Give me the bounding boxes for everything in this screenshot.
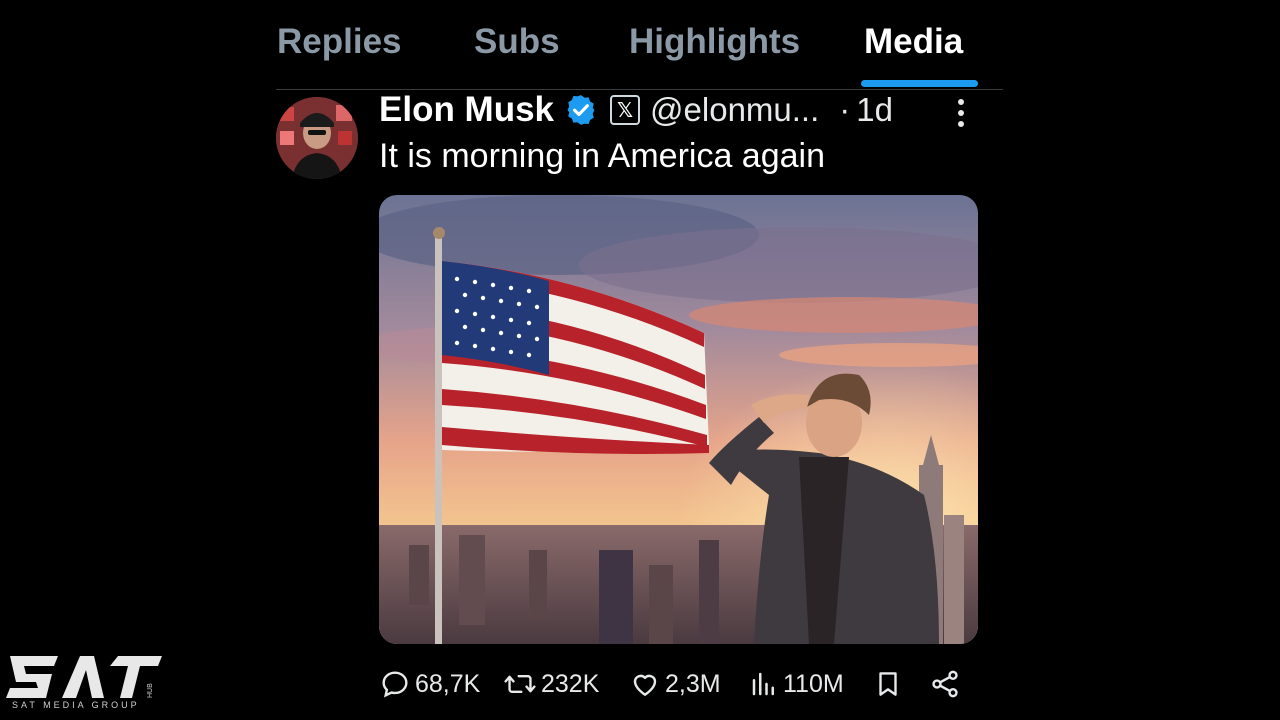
logo-tagline: SAT MEDIA GROUP: [12, 700, 140, 710]
heart-icon: [633, 674, 657, 696]
bookmark-icon: [879, 672, 897, 696]
reply-icon: [382, 671, 408, 698]
share-button[interactable]: [929, 664, 965, 704]
tweet-media-image[interactable]: [379, 195, 978, 644]
reply-button[interactable]: 68,7K: [379, 664, 480, 704]
timestamp-separator: ·: [839, 91, 851, 128]
repost-button[interactable]: 232K: [503, 664, 599, 704]
author-handle[interactable]: @elonmu...: [650, 91, 819, 129]
profile-tab-bar: Replies Subs Highlights Media: [276, 0, 1003, 90]
avatar[interactable]: [276, 97, 358, 179]
repost-icon: [504, 674, 536, 694]
views-chart-icon: [752, 672, 774, 696]
logo-hub-text: HUB: [147, 683, 154, 698]
tweet-text: It is morning in America again: [379, 137, 825, 175]
views-button[interactable]: 110M: [749, 664, 844, 704]
repost-count: 232K: [541, 669, 600, 698]
more-options-icon[interactable]: [944, 96, 978, 130]
like-count: 2,3M: [665, 669, 721, 698]
x-logo-icon: 𝕏: [610, 95, 641, 125]
tab-media[interactable]: Media: [864, 22, 963, 62]
avatar-portrait: [276, 97, 358, 179]
bookmark-button[interactable]: [873, 664, 907, 704]
tab-subs[interactable]: Subs: [474, 22, 560, 62]
flag-salute-image: [379, 195, 978, 644]
verified-badge-icon: [567, 95, 595, 125]
tab-replies[interactable]: Replies: [277, 22, 402, 62]
timestamp[interactable]: 1d: [856, 91, 893, 129]
like-button[interactable]: 2,3M: [629, 664, 721, 704]
reply-count: 68,7K: [415, 669, 481, 698]
tweet-header: Elon Musk 𝕏 @elonmu... · 1d: [379, 90, 893, 130]
author-name[interactable]: Elon Musk: [379, 90, 554, 130]
active-tab-indicator: [861, 80, 978, 87]
views-count: 110M: [783, 669, 844, 698]
tab-highlights[interactable]: Highlights: [629, 22, 800, 62]
share-icon: [932, 670, 958, 698]
